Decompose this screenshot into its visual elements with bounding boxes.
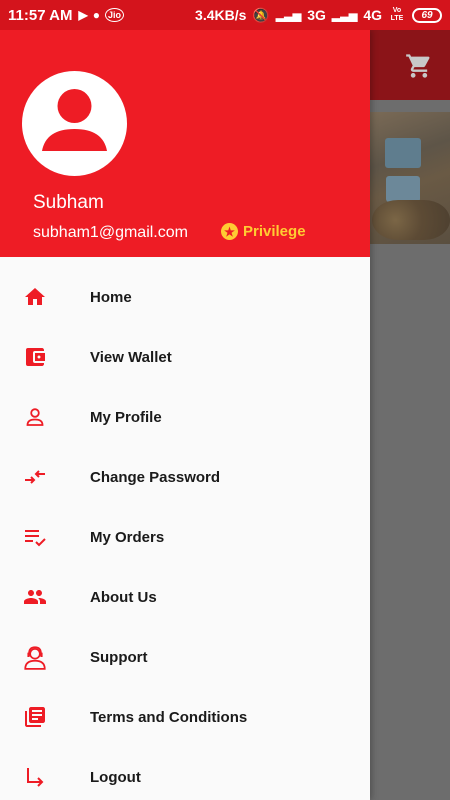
menu-label: About Us [90,588,157,606]
logout-arrow-icon [27,768,44,787]
drawer-menu: Home View Wallet My Profile Change Passw… [0,267,370,800]
signal-icon: ▂▃▅ [275,9,302,22]
group-icon [24,590,46,604]
browser-notification-icon: ● [92,8,100,22]
banner-product-can [386,176,420,202]
menu-item-about-us[interactable]: About Us [0,567,370,627]
volte-badge: Vo LTE [390,7,404,22]
orders-checklist-icon [25,530,46,547]
menu-label: Support [90,648,148,666]
menu-label: Terms and Conditions [90,708,248,726]
signal-icon: ▂▃▅ [331,9,358,22]
drawer-header: Subham subham1@gmail.com ★ Privilege [0,30,370,257]
network-3g: 3G [307,7,326,23]
user-name: Subham [33,192,104,213]
network-speed: 3.4KB/s [195,7,247,23]
user-email: subham1@gmail.com [33,224,188,241]
menu-label: My Profile [90,408,162,426]
menu-label: My Orders [90,528,165,546]
menu-item-view-wallet[interactable]: View Wallet [0,327,370,387]
mute-icon: 🔕 [252,6,270,23]
navigation-drawer: Subham subham1@gmail.com ★ Privilege Hom… [0,30,370,800]
menu-item-support[interactable]: Support [0,627,370,687]
menu-item-terms-and-conditions[interactable]: Terms and Conditions [0,687,370,747]
banner-product-can [385,138,421,168]
jio-icon: Jio [104,8,124,22]
battery-icon: 69 [412,7,442,23]
menu-label: View Wallet [90,348,172,366]
home-icon [25,288,45,305]
banner-grain-pile [372,200,450,240]
app-notification-icon: ▶ [78,8,88,22]
menu-item-my-profile[interactable]: My Profile [0,387,370,447]
status-bar: 11:57 AM ▶ ● Jio 3.4KB/s 🔕 ▂▃▅ 3G ▂▃▅ 4G… [0,0,450,30]
menu-item-logout[interactable]: Logout [0,747,370,800]
menu-item-home[interactable]: Home [0,267,370,327]
user-avatar-icon [42,89,107,151]
cart-icon [406,54,430,78]
menu-label: Logout [90,768,141,786]
network-4g: 4G [363,7,382,23]
menu-item-change-password[interactable]: Change Password [0,447,370,507]
avatar[interactable] [22,71,127,176]
wallet-icon [26,348,45,366]
status-time: 11:57 AM [8,6,73,24]
menu-label: Change Password [90,468,221,486]
swap-arrows-icon [25,470,45,484]
menu-label: Home [90,288,132,306]
privilege-label: Privilege [243,223,306,240]
document-list-icon [25,707,45,727]
profile-icon [26,408,44,426]
star-icon: ★ [221,223,238,240]
support-agent-icon [24,646,46,670]
menu-item-my-orders[interactable]: My Orders [0,507,370,567]
privilege-badge[interactable]: ★ Privilege [221,223,306,240]
